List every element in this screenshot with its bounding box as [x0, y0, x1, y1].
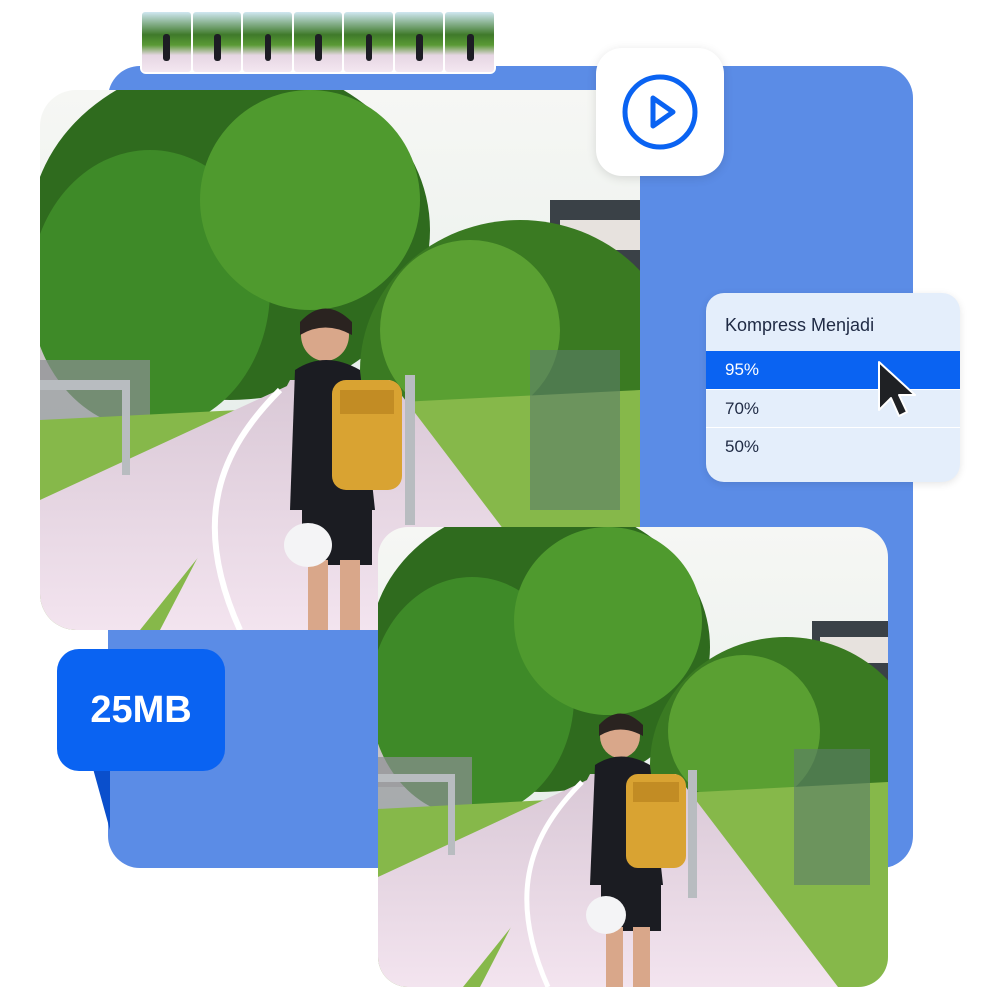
film-frame [394, 12, 444, 72]
film-frame [293, 12, 343, 72]
compress-option-95[interactable]: 95% [706, 351, 960, 389]
film-frame [445, 12, 495, 72]
film-frame [243, 12, 292, 72]
mouse-pointer-icon [878, 361, 916, 417]
compress-option-50[interactable]: 50% [706, 427, 960, 465]
film-frame [142, 12, 191, 72]
compress-dropdown[interactable]: Kompress Menjadi 95% 70% 50% [706, 293, 960, 482]
film-frame [344, 12, 393, 72]
file-size-badge: 25MB [57, 649, 225, 771]
play-button[interactable] [596, 48, 724, 176]
play-circle-icon [622, 74, 698, 150]
video-filmstrip[interactable] [140, 10, 496, 74]
compress-menu-title: Kompress Menjadi [725, 315, 875, 335]
file-size-label: 25MB [90, 688, 192, 731]
compress-option-70[interactable]: 70% [706, 389, 960, 427]
film-frame [192, 12, 242, 72]
compressed-video-frame [378, 527, 888, 987]
